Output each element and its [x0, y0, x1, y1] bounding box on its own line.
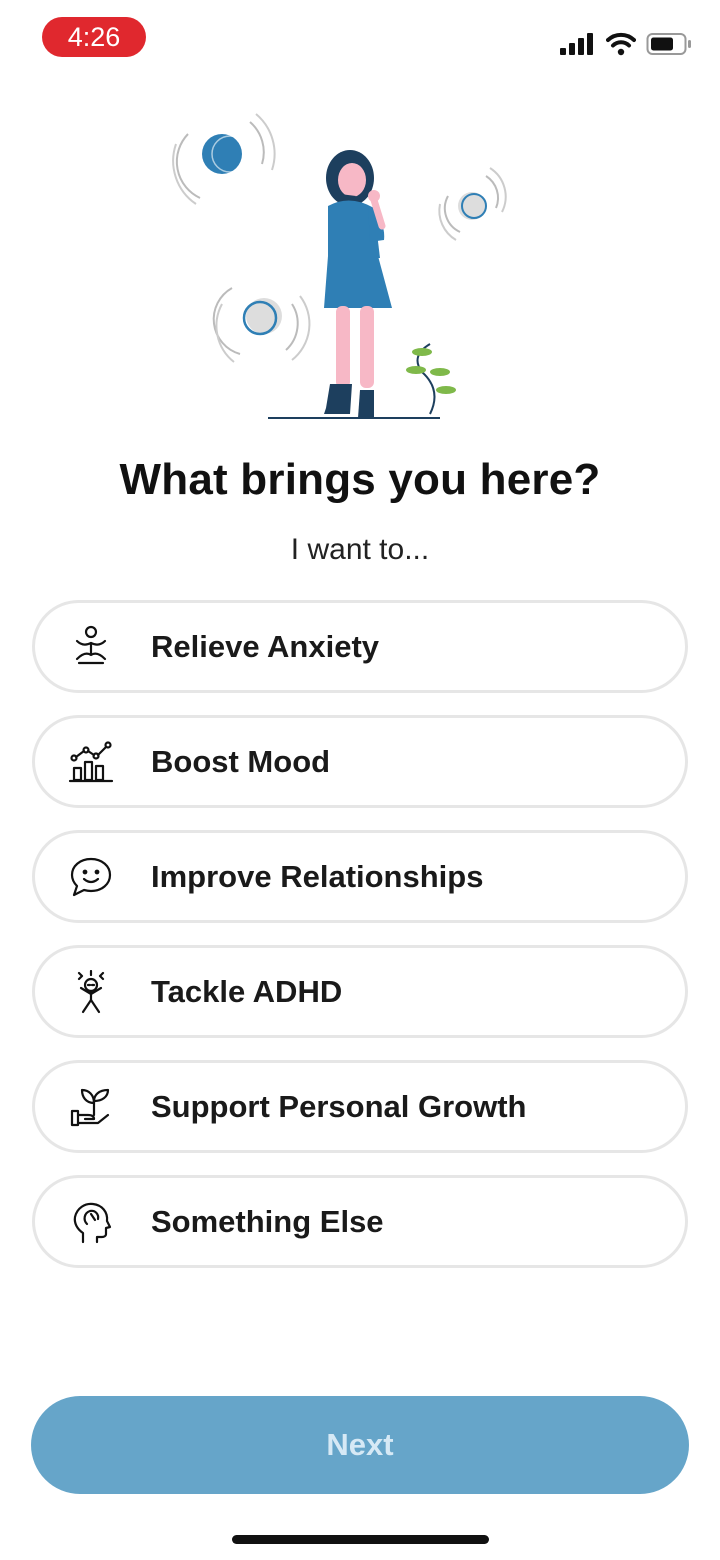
option-something-else[interactable]: Something Else [32, 1175, 688, 1268]
option-label: Support Personal Growth [151, 1088, 527, 1124]
smiling-chat-icon [63, 849, 119, 905]
stressed-person-icon [63, 964, 119, 1020]
wifi-icon [606, 32, 636, 56]
signal-icon [560, 33, 593, 55]
sprouting-hand-icon [63, 1079, 119, 1135]
woman-figure [324, 150, 392, 418]
home-indicator[interactable] [232, 1535, 489, 1544]
head-profile-icon [63, 1194, 119, 1250]
option-boost-mood[interactable]: Boost Mood [32, 715, 688, 808]
option-tackle-adhd[interactable]: Tackle ADHD [32, 945, 688, 1038]
floating-orb-icon [438, 167, 507, 241]
next-button[interactable]: Next [31, 1396, 689, 1494]
meditation-icon [63, 619, 119, 675]
status-icons [560, 28, 692, 60]
floating-orb-icon [212, 287, 311, 363]
options-list: Relieve Anxiety Boost Mood Improve Relat… [32, 600, 688, 1290]
option-support-personal-growth[interactable]: Support Personal Growth [32, 1060, 688, 1153]
rising-chart-icon [63, 734, 119, 790]
page-subtitle: I want to... [290, 533, 430, 566]
page-title: What brings you here? [119, 455, 601, 504]
option-label: Improve Relationships [151, 858, 484, 894]
battery-icon [646, 33, 691, 55]
option-improve-relationships[interactable]: Improve Relationships [32, 830, 688, 923]
option-label: Relieve Anxiety [151, 628, 380, 664]
option-label: Boost Mood [151, 743, 331, 779]
option-label: Something Else [151, 1203, 384, 1239]
plant-icon [406, 343, 456, 415]
floating-orb-icon [172, 113, 276, 205]
status-time: 4:26 [42, 17, 146, 57]
option-label: Tackle ADHD [151, 973, 343, 1009]
woman-thinking-illustration [160, 108, 520, 428]
option-relieve-anxiety[interactable]: Relieve Anxiety [32, 600, 688, 693]
